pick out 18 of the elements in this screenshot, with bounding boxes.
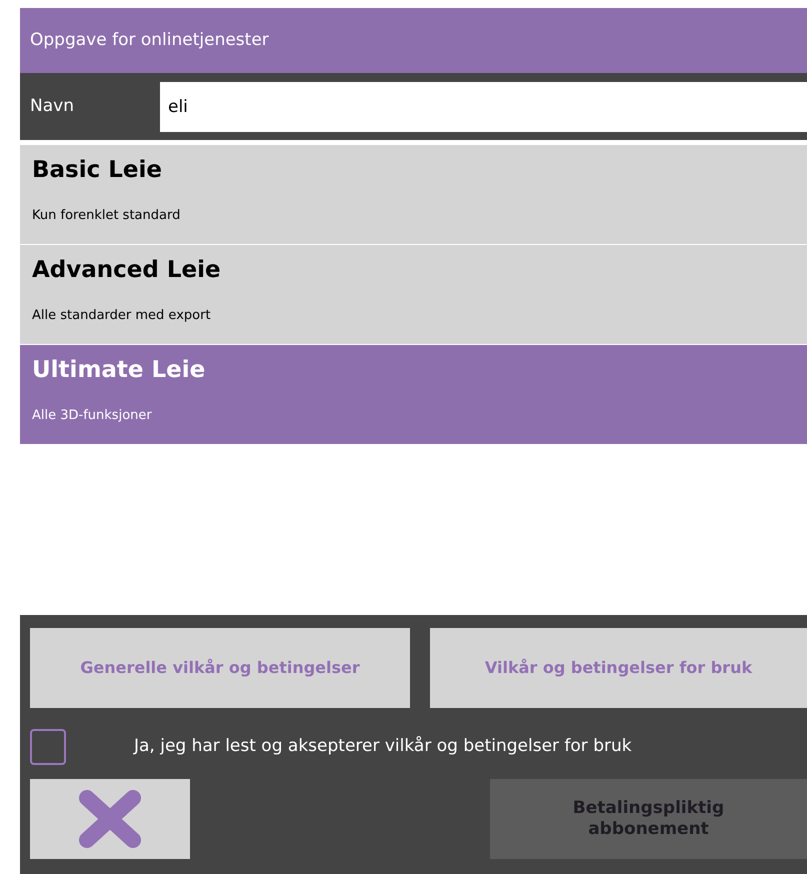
- plan-item[interactable]: Advanced Leie Alle standarder med export: [20, 245, 807, 344]
- terms-button[interactable]: Vilkår og betingelser for bruk: [430, 628, 807, 708]
- plan-description: Alle 3D-funksjoner: [32, 406, 153, 424]
- field-label: Navn: [29, 94, 75, 118]
- plan-description: Alle standarder med export: [32, 306, 212, 324]
- plan-title: Advanced Leie: [32, 256, 222, 285]
- accept-label: Ja, jeg har lest og aksepterer vilkår og betingelser for bruk: [134, 734, 632, 758]
- cancel-button[interactable]: [30, 779, 190, 859]
- plan-title: Ultimate Leie: [32, 356, 206, 385]
- close-icon: [79, 790, 141, 848]
- plan-item[interactable]: Basic Leie Kun forenklet standard: [20, 145, 807, 244]
- plan-description: Kun forenklet standard: [32, 206, 182, 224]
- plan-title: Basic Leie: [32, 156, 164, 185]
- plan-item[interactable]: Ultimate Leie Alle 3D-funksjoner: [20, 345, 807, 444]
- terms-button[interactable]: Generelle vilkår og betingelser: [30, 628, 410, 708]
- accept-checkbox[interactable]: [30, 728, 66, 764]
- window-title: Oppgave for onlinetjenester: [30, 28, 269, 52]
- name-input-field[interactable]: eli: [160, 82, 807, 132]
